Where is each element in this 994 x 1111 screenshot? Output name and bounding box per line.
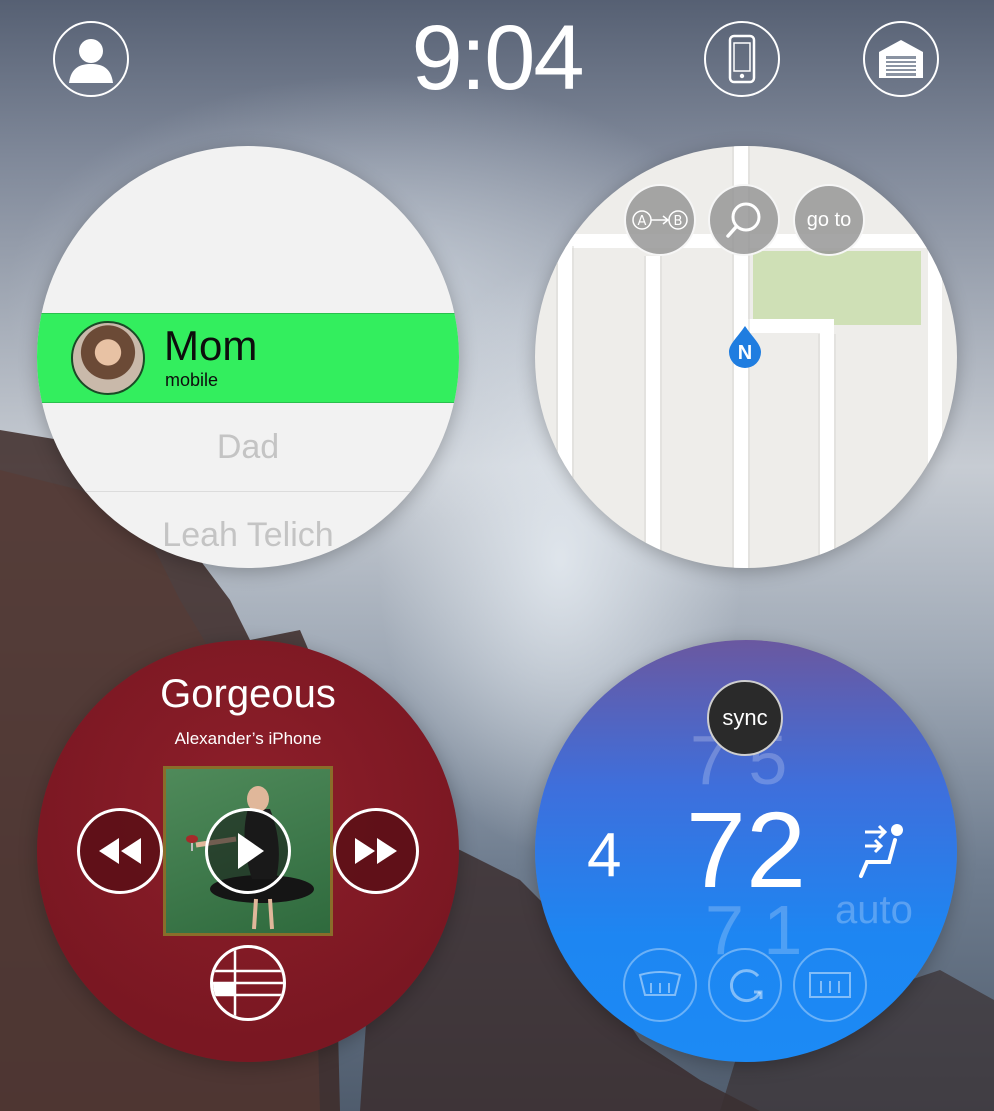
search-icon bbox=[726, 202, 761, 238]
svg-text:B: B bbox=[674, 214, 683, 229]
recirculate-button[interactable] bbox=[708, 948, 782, 1022]
contact-row[interactable]: Dad bbox=[37, 403, 459, 492]
map-search-button[interactable] bbox=[708, 184, 780, 256]
profile-icon bbox=[69, 39, 113, 83]
windshield-defrost-button[interactable] bbox=[623, 948, 697, 1022]
seat-airflow-icon bbox=[859, 824, 903, 878]
garage-button[interactable] bbox=[863, 21, 939, 97]
contact-name: Mom bbox=[164, 322, 258, 369]
rewind-icon bbox=[99, 838, 141, 864]
contact-number-type: mobile bbox=[165, 370, 219, 390]
phone-icon bbox=[728, 34, 756, 84]
song-title: Gorgeous bbox=[160, 672, 336, 716]
clock-time: 9:04 bbox=[411, 7, 584, 109]
windshield-defrost-icon bbox=[638, 971, 682, 996]
go-to-button[interactable]: go to bbox=[793, 184, 865, 256]
rear-defrost-button[interactable] bbox=[793, 948, 867, 1022]
contact-row[interactable]: Leah Telich bbox=[37, 491, 459, 568]
play-icon bbox=[238, 833, 264, 869]
profile-button[interactable] bbox=[53, 21, 129, 97]
climate-widget[interactable]: 7 5 7 1 sync 4 72 auto bbox=[535, 640, 957, 1062]
contact-avatar bbox=[71, 321, 145, 395]
go-to-label: go to bbox=[806, 208, 852, 231]
route-button[interactable]: A B bbox=[624, 184, 696, 256]
garage-icon bbox=[879, 40, 923, 78]
fast-forward-icon bbox=[355, 838, 397, 864]
rewind-button[interactable] bbox=[77, 808, 163, 894]
music-widget[interactable]: Gorgeous Alexander’s iPhone bbox=[37, 640, 459, 1062]
auto-mode-ghost: auto bbox=[835, 888, 913, 932]
phone-button[interactable] bbox=[704, 21, 780, 97]
recirculate-icon bbox=[730, 969, 763, 1003]
contact-row-selected[interactable]: Mom mobile bbox=[37, 313, 459, 403]
location-pin-label: N bbox=[737, 342, 753, 364]
sync-button[interactable]: sync bbox=[707, 680, 783, 756]
play-button[interactable] bbox=[205, 808, 291, 894]
route-a-to-b-icon: A B bbox=[632, 210, 688, 230]
svg-text:A: A bbox=[638, 214, 647, 229]
equalizer-icon bbox=[213, 948, 283, 1018]
contacts-widget[interactable]: Mom mobile Dad Leah Telich bbox=[37, 146, 459, 568]
map-widget[interactable]: A B go to N bbox=[535, 146, 957, 568]
status-bar: 9:04 bbox=[0, 0, 994, 120]
fast-forward-button[interactable] bbox=[333, 808, 419, 894]
equalizer-button[interactable] bbox=[210, 945, 286, 1021]
audio-source: Alexander’s iPhone bbox=[174, 729, 322, 748]
rear-defrost-icon bbox=[809, 972, 851, 998]
